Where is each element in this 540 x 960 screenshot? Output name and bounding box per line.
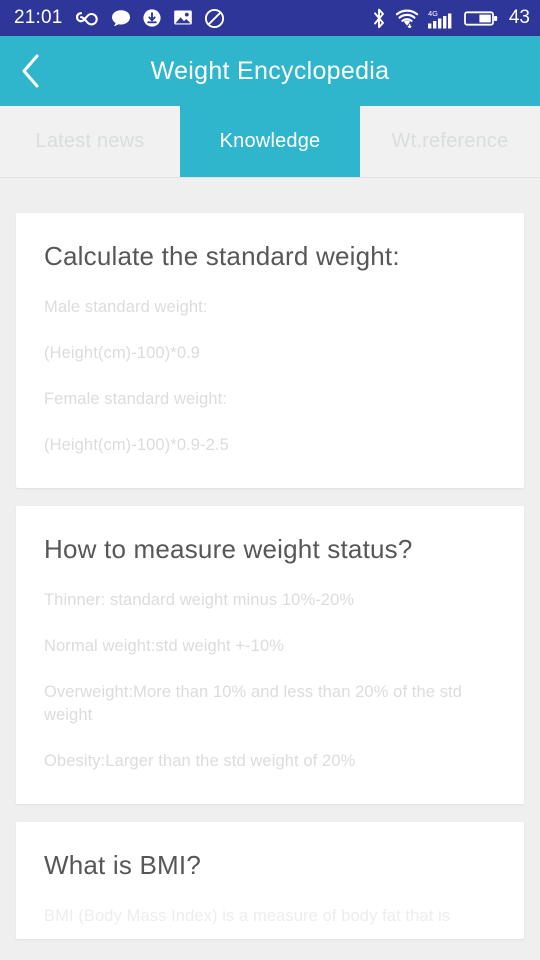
card-line: (Height(cm)-100)*0.9-2.5 xyxy=(44,435,229,454)
image-icon xyxy=(173,9,193,27)
tab-label: Knowledge xyxy=(219,130,321,152)
svg-text:4G: 4G xyxy=(428,9,438,18)
card-line: BMI (Body Mass Index) is a measure of bo… xyxy=(44,907,451,926)
card-title: What is BMI? xyxy=(44,850,201,881)
battery-percent-label: 43 xyxy=(508,7,530,28)
bluetooth-icon xyxy=(372,8,386,29)
card-line: Thinner: standard weight minus 10%-20% xyxy=(44,590,355,609)
card-line: Male standard weight: xyxy=(44,298,208,316)
status-bar-left: 21:01 xyxy=(14,7,225,29)
tab-wt-reference[interactable]: Wt.reference xyxy=(360,106,540,177)
back-button[interactable] xyxy=(0,36,62,106)
knowledge-list[interactable]: Calculate the standard weight: Male stan… xyxy=(0,178,540,960)
battery-icon xyxy=(463,9,498,28)
do-not-disturb-icon xyxy=(204,8,225,29)
knowledge-card-what-is-bmi[interactable]: What is BMI? BMI (Body Mass Index) is a … xyxy=(16,822,524,940)
knowledge-card-weight-status[interactable]: How to measure weight status? Thinner: s… xyxy=(16,505,524,805)
card-title: Calculate the standard weight: xyxy=(44,241,400,271)
wifi-icon xyxy=(395,9,419,28)
card-line: Obesity:Larger than the std weight of 20… xyxy=(44,752,356,771)
status-clock: 21:01 xyxy=(14,7,63,28)
card-title: How to measure weight status? xyxy=(44,533,413,564)
tab-label: Latest news xyxy=(35,130,145,152)
signal-4g-icon: 4G xyxy=(427,8,455,29)
card-line: (Height(cm)-100)*0.9 xyxy=(44,343,201,362)
card-line: Overweight:More than 10% and less than 2… xyxy=(44,682,463,725)
status-bar: 21:01 4G 43 xyxy=(0,0,540,36)
tab-bar: Latest news Knowledge Wt.reference xyxy=(0,106,540,178)
knowledge-card-standard-weight[interactable]: Calculate the standard weight: Male stan… xyxy=(16,213,524,488)
app-bar: Weight Encyclopedia xyxy=(0,36,540,106)
phone-screen: 21:01 4G 43 Weight Encyclopedia Latest n… xyxy=(0,0,540,960)
card-line: Normal weight:std weight +-10% xyxy=(44,636,285,655)
chat-bubble-icon xyxy=(111,9,131,28)
card-line: Female standard weight: xyxy=(44,389,227,408)
infinity-icon xyxy=(74,9,100,27)
tab-latest-news[interactable]: Latest news xyxy=(0,106,180,177)
tab-knowledge[interactable]: Knowledge xyxy=(180,106,360,177)
tab-label: Wt.reference xyxy=(391,130,509,152)
download-sync-icon xyxy=(142,8,162,28)
page-title: Weight Encyclopedia xyxy=(150,56,390,85)
status-bar-right: 4G 43 xyxy=(372,7,530,29)
chevron-left-icon xyxy=(19,51,43,91)
